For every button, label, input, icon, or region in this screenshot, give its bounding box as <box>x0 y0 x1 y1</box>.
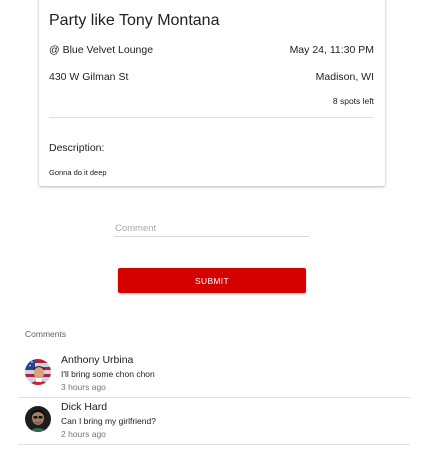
comment-timestamp: 3 hours ago <box>61 382 106 392</box>
comment-timestamp: 2 hours ago <box>61 429 106 439</box>
comment-item: Dick Hard Can I bring my girlfriend? 2 h… <box>18 396 410 445</box>
event-detail-page: Party like Tony Montana @ Blue Velvet Lo… <box>0 0 424 450</box>
description-text: Gonna do it deep <box>49 168 107 177</box>
comments-heading: Comments <box>25 329 67 339</box>
event-address: 430 W Gilman St <box>49 71 129 83</box>
card-divider <box>49 117 374 118</box>
event-title: Party like Tony Montana <box>49 12 220 29</box>
comment-author: Dick Hard <box>61 401 108 413</box>
comment-text: Can I bring my girlfriend? <box>61 416 156 426</box>
event-datetime: May 24, 11:30 PM <box>289 44 374 56</box>
submit-button[interactable]: SUBMIT <box>118 268 306 293</box>
comment-input[interactable] <box>114 220 309 237</box>
person-photo-avatar[interactable] <box>25 406 51 432</box>
event-card: Party like Tony Montana @ Blue Velvet Lo… <box>39 0 385 186</box>
event-venue: @ Blue Velvet Lounge <box>49 44 154 56</box>
event-city: Madison, WI <box>315 71 374 83</box>
flag-portrait-avatar[interactable] <box>25 359 51 385</box>
description-label: Description: <box>49 142 105 154</box>
comment-author: Anthony Urbina <box>61 354 134 366</box>
comment-text: I'll bring some chon chon <box>61 369 155 379</box>
comment-item: Anthony Urbina I'll bring some chon chon… <box>18 349 410 398</box>
spots-left: 8 spots left <box>332 96 374 106</box>
